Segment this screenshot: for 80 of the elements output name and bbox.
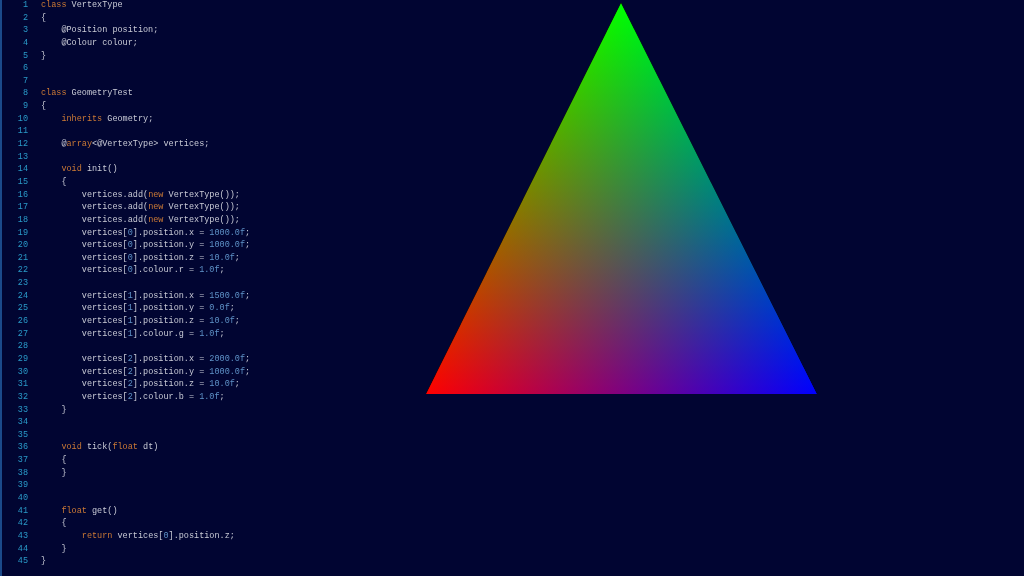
line-number: 37 <box>16 454 28 467</box>
code-line: float get() <box>60 504 118 518</box>
line-number: 5 <box>21 49 28 63</box>
code-line: vertices[0].position.z = 10.0f; <box>80 251 240 265</box>
line-number: 43 <box>16 529 28 543</box>
code-line: void tick(float dt) <box>60 441 159 455</box>
line-number: 25 <box>16 302 28 315</box>
line-number: 22 <box>16 264 28 278</box>
line-number: 17 <box>16 201 28 214</box>
code-line: vertices.add(new VertexType()); <box>80 213 240 227</box>
code-line: vertices[1].position.z = 10.0f; <box>80 315 240 328</box>
code-line: class VertexType <box>41 0 123 12</box>
code-line: vertices[1].colour.g = 1.0f; <box>80 327 225 341</box>
line-number: 21 <box>16 251 28 265</box>
code-line: vertices[0].colour.r = 1.0f; <box>80 264 225 278</box>
code-line: @Colour colour; <box>60 36 138 50</box>
line-number: 31 <box>16 378 28 391</box>
line-number: 26 <box>16 315 28 328</box>
code-line: vertices[0].position.y = 1000.0f; <box>80 239 251 252</box>
code-line: } <box>41 555 47 568</box>
line-number: 11 <box>16 125 28 139</box>
line-number: 6 <box>21 62 28 75</box>
line-number: 15 <box>16 175 28 189</box>
line-number: 35 <box>16 428 28 442</box>
line-number: 27 <box>16 327 28 341</box>
code-line: void init() <box>60 163 118 176</box>
code-line: vertices[2].position.z = 10.0f; <box>80 378 240 391</box>
line-number: 12 <box>16 138 28 151</box>
line-number: 9 <box>21 100 28 113</box>
code-line: vertices[2].position.x = 2000.0f; <box>80 352 251 366</box>
code-line: class GeometryTest <box>41 87 133 101</box>
line-number: 1 <box>21 0 28 12</box>
code-line: vertices[2].colour.b = 1.0f; <box>80 390 225 404</box>
code-line: @array<@VertexType> vertices; <box>60 138 210 151</box>
code-line: { <box>60 454 67 467</box>
line-number: 20 <box>16 239 28 252</box>
code-line: } <box>60 466 67 480</box>
line-number: 23 <box>16 277 28 290</box>
code-line: vertices.add(new VertexType()); <box>80 201 240 214</box>
line-number: 16 <box>16 188 28 202</box>
line-number: 38 <box>16 466 28 480</box>
line-number: 3 <box>21 24 28 37</box>
code-line: { <box>60 517 67 530</box>
line-number: 24 <box>16 289 28 303</box>
line-number: 18 <box>16 213 28 227</box>
line-number: 8 <box>21 87 28 101</box>
line-number: 30 <box>16 365 28 379</box>
line-number: 39 <box>16 479 28 492</box>
line-number: 45 <box>16 555 28 568</box>
code-line: { <box>41 11 47 25</box>
code-line: @Position position; <box>60 24 159 37</box>
code-line: vertices[0].position.x = 1000.0f; <box>80 226 251 240</box>
code-line: { <box>60 175 67 189</box>
line-number: 13 <box>16 150 28 164</box>
line-number: 29 <box>16 352 28 366</box>
line-number: 2 <box>21 11 28 25</box>
code-line: vertices.add(new VertexType()); <box>80 188 240 202</box>
line-number: 44 <box>16 542 28 556</box>
line-number: 40 <box>16 492 28 505</box>
line-number: 28 <box>16 340 28 353</box>
code-line: inherits Geometry; <box>60 112 154 126</box>
code-line: } <box>60 542 67 556</box>
code-line: return vertices[0].position.z; <box>80 529 235 543</box>
code-line: { <box>41 100 47 113</box>
code-line: vertices[1].position.x = 1500.0f; <box>80 289 251 303</box>
code-line: } <box>60 403 67 417</box>
line-number: 32 <box>16 390 28 404</box>
code-line: vertices[1].position.y = 0.0f; <box>80 302 235 315</box>
line-number: 10 <box>16 112 28 126</box>
line-number: 34 <box>16 416 28 429</box>
line-number: 42 <box>16 517 28 530</box>
code-line: vertices[2].position.y = 1000.0f; <box>80 365 251 379</box>
line-number: 41 <box>16 504 28 518</box>
line-number: 33 <box>16 403 28 417</box>
line-number: 7 <box>21 74 28 88</box>
line-number: 14 <box>16 163 28 176</box>
line-number: 19 <box>16 226 28 240</box>
line-number: 36 <box>16 441 28 455</box>
code-line: } <box>41 49 47 63</box>
line-number: 4 <box>21 36 28 50</box>
